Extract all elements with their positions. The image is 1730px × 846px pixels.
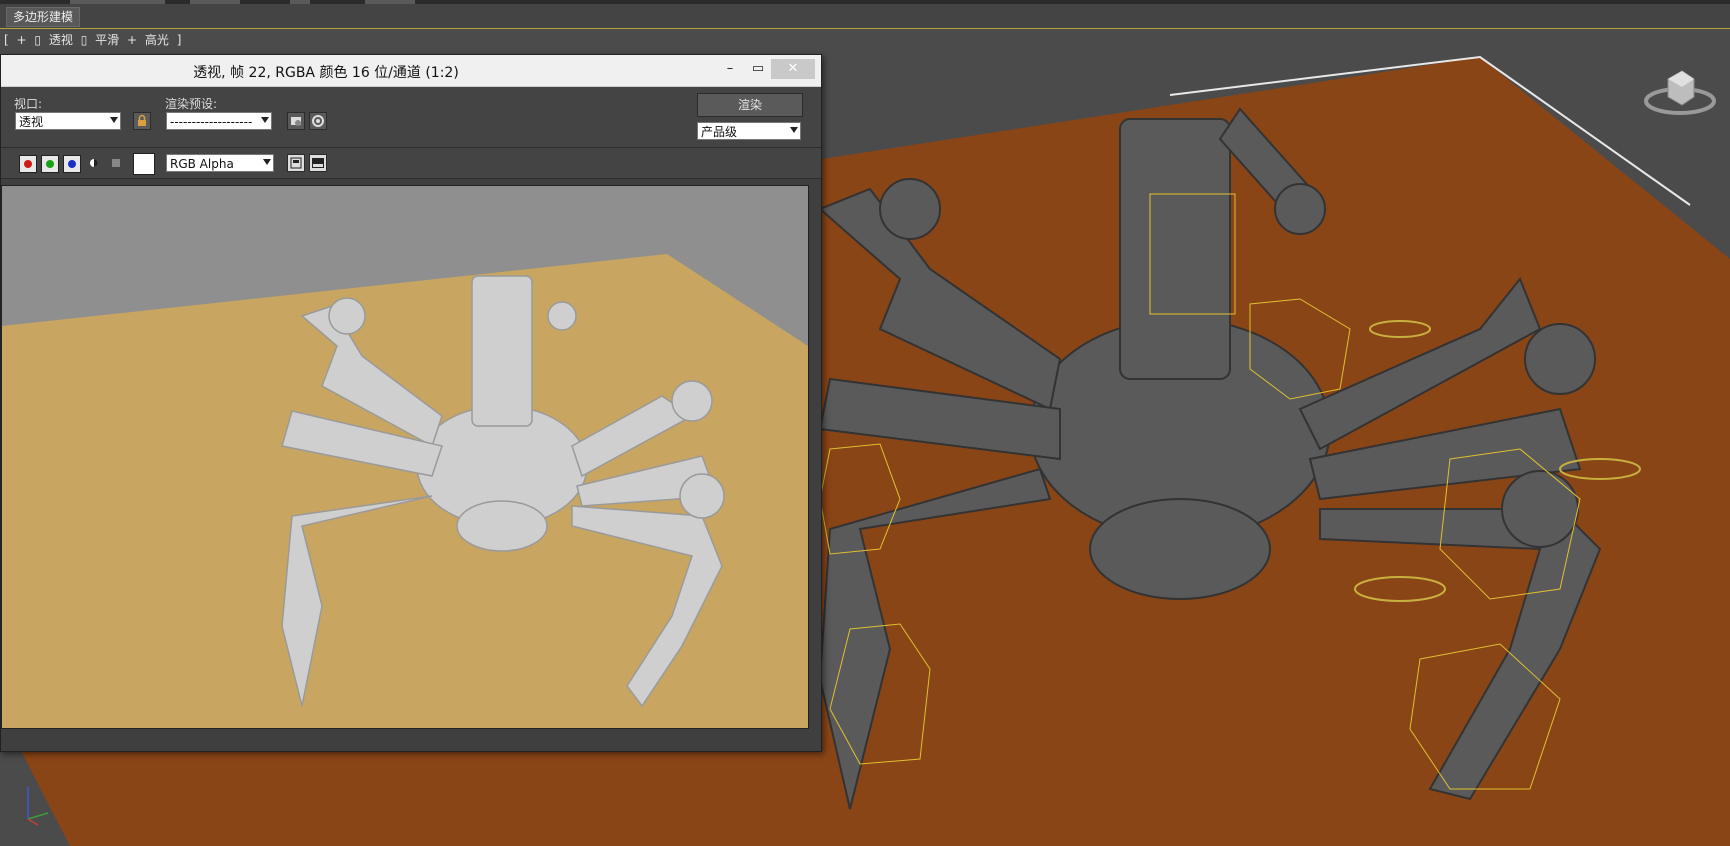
viewport-shading-menu[interactable]: 平滑 [95,33,119,47]
render-settings-toolbar: 视口: 透视 渲染预设: ------------------- 渲染 产品级 [1,87,821,148]
viewport-label-bracket-open: [ [4,33,9,47]
blue-dot-icon [68,160,76,168]
render-window-titlebar[interactable]: 透视, 帧 22, RGBA 颜色 16 位/通道 (1:2) – ▭ ✕ [1,55,821,87]
alpha-channel-icon[interactable] [89,158,99,168]
red-channel-toggle[interactable] [19,155,37,173]
viewport-plus: + [126,33,138,47]
color-swatch[interactable] [133,153,155,175]
close-button[interactable]: ✕ [771,59,815,79]
blue-channel-toggle[interactable] [63,155,81,173]
render-window-body: 视口: 透视 渲染预设: ------------------- 渲染 产品级 [1,87,821,751]
green-channel-toggle[interactable] [41,155,59,173]
rendered-scene [2,186,808,728]
tab-polygon-modeling[interactable]: 多边形建模 [6,7,81,27]
channel-toolbar: RGB Alpha [1,148,821,179]
axis-tripod-icon [27,787,49,826]
viewport-marker-1: ▯ [34,33,42,47]
render-quality-dropdown[interactable]: 产品级 [697,122,801,140]
viewport-point-of-view-menu[interactable]: 透视 [49,33,73,47]
modeling-ribbon-bar: 多边形建模 [0,4,1730,29]
display-panel-icon[interactable] [309,154,327,172]
chevron-down-icon [110,117,118,123]
channel-display-value: RGB Alpha [170,157,234,171]
chevron-down-icon [263,159,271,165]
lock-icon[interactable] [133,112,151,130]
viewport-dropdown[interactable]: 透视 [15,112,121,130]
channel-display-dropdown[interactable]: RGB Alpha [166,154,274,172]
viewport-dropdown-value: 透视 [19,115,44,129]
viewcube-icon[interactable] [1640,61,1720,121]
render-setup-icon[interactable] [287,112,305,130]
render-preset-dropdown[interactable]: ------------------- [166,112,272,130]
viewport-label-menu[interactable]: [ + ▯ 透视 ▯ 平滑 + 高光 ] [4,31,185,48]
environment-effects-icon[interactable] [309,112,327,130]
clone-frame-icon[interactable] [287,154,305,172]
monochrome-icon[interactable] [111,158,121,168]
rendered-image [1,185,809,729]
maximize-button[interactable]: ▭ [745,59,771,79]
green-dot-icon [46,160,54,168]
rendered-frame-window[interactable]: 透视, 帧 22, RGBA 颜色 16 位/通道 (1:2) – ▭ ✕ 视口… [0,54,822,752]
viewport-label-bracket-close: ] [176,33,182,47]
render-button[interactable]: 渲染 [697,93,803,117]
render-window-footer [1,729,821,751]
chevron-down-icon [790,127,798,133]
red-dot-icon [24,160,32,168]
minimize-button[interactable]: – [717,59,743,79]
viewport-label: 视口: [14,97,43,111]
chevron-down-icon [261,117,269,123]
viewport-highlight-menu[interactable]: 高光 [145,33,169,47]
render-preset-label: 渲染预设: [165,97,218,111]
render-quality-value: 产品级 [701,125,738,139]
render-window-title: 透视, 帧 22, RGBA 颜色 16 位/通道 (1:2) [193,65,459,81]
viewport-general-menu[interactable]: + [17,33,27,47]
render-preset-value: ------------------- [170,115,253,129]
viewport-marker-2: ▯ [80,33,88,47]
